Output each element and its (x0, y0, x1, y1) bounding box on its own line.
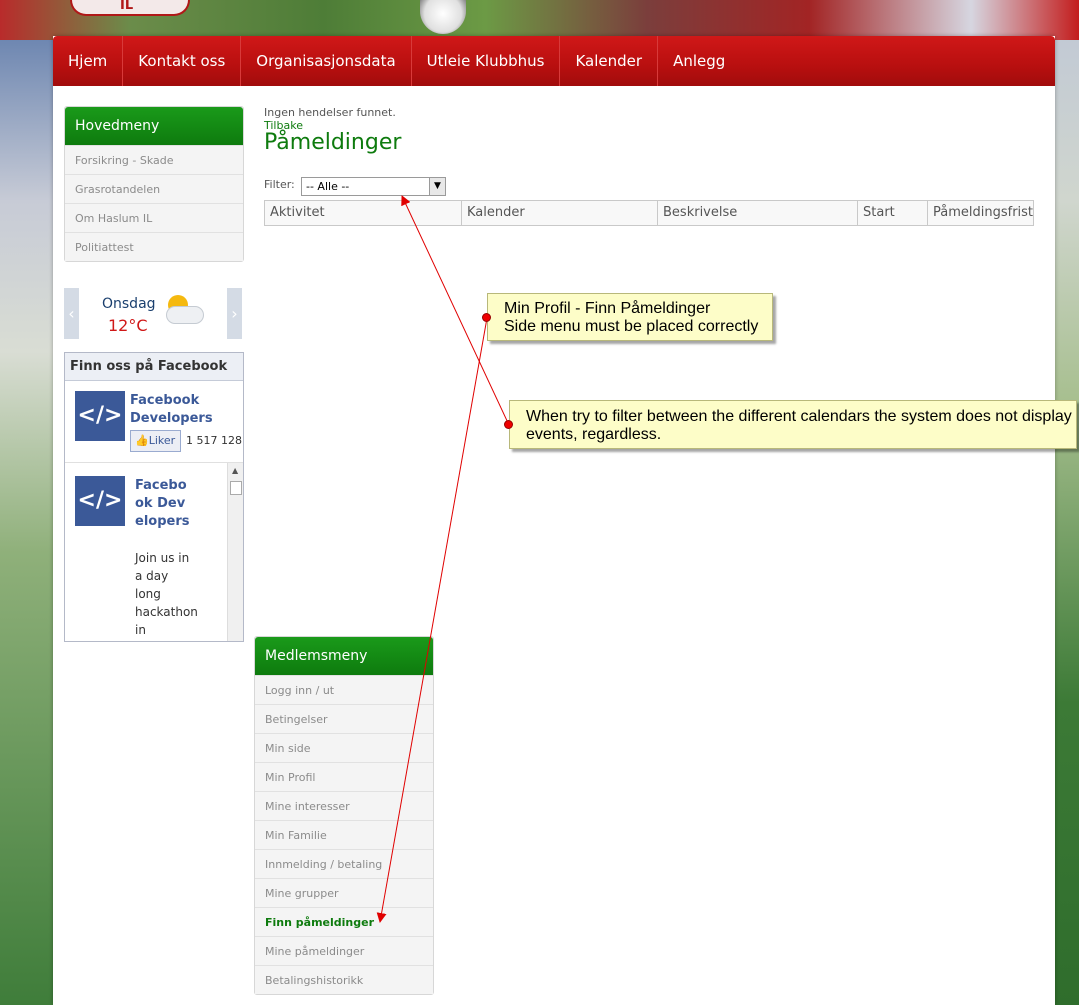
main-menu-item[interactable]: Forsikring - Skade (65, 145, 243, 174)
member-menu-item[interactable]: Mine grupper (255, 878, 433, 907)
filter-label: Filter: (264, 178, 295, 191)
member-menu-item[interactable]: Min Familie (255, 820, 433, 849)
facebook-like-button[interactable]: 👍Liker (130, 430, 181, 452)
weather-temp: 12°C (108, 316, 148, 335)
annotation-dot (482, 313, 491, 322)
weather-widget: ‹ Onsdag 12°C › (64, 288, 242, 339)
member-menu-item[interactable]: Betalingshistorikk (255, 965, 433, 994)
member-menu-item[interactable]: Betingelser (255, 704, 433, 733)
weather-next-button[interactable]: › (227, 288, 242, 339)
scroll-up-icon[interactable]: ▲ (232, 466, 238, 475)
member-menu-item[interactable]: Logg inn / ut (255, 675, 433, 704)
facebook-scrollbar[interactable]: ▲ (227, 463, 243, 641)
member-menu-item[interactable]: Mine påmeldinger (255, 936, 433, 965)
nav-calendar[interactable]: Kalender (560, 36, 659, 86)
annotation-dot (504, 420, 513, 429)
member-menu: Medlemsmeny Logg inn / ut Betingelser Mi… (254, 636, 434, 995)
column-header[interactable]: Beskrivelse (658, 201, 858, 225)
column-header[interactable]: Kalender (462, 201, 658, 225)
events-table-header: Aktivitet Kalender Beskrivelse Start Påm… (264, 200, 1034, 226)
column-header[interactable]: Start (858, 201, 928, 225)
nav-facilities[interactable]: Anlegg (658, 36, 740, 86)
member-menu-item[interactable]: Innmelding / betaling (255, 849, 433, 878)
member-menu-item-active[interactable]: Finn påmeldinger (255, 907, 433, 936)
main-content: Ingen hendelser funnet. Tilbake Påmeldin… (264, 106, 1044, 226)
no-events-message: Ingen hendelser funnet. (264, 106, 396, 119)
main-menu-item[interactable]: Politiattest (65, 232, 243, 261)
club-logo: IL (70, 0, 190, 16)
main-menu: Hovedmeny Forsikring - Skade Grasrotande… (64, 106, 244, 262)
annotation-note: Min Profil - Finn Påmeldinger Side menu … (487, 293, 773, 341)
facebook-page-name[interactable]: Facebook Developers (130, 392, 213, 428)
thumb-icon: 👍 (135, 434, 149, 447)
member-menu-item[interactable]: Min side (255, 733, 433, 762)
member-menu-item[interactable]: Min Profil (255, 762, 433, 791)
facebook-widget: Finn oss på Facebook </> Facebook Develo… (64, 352, 244, 642)
nav-home[interactable]: Hjem (53, 36, 124, 86)
facebook-header: Finn oss på Facebook (65, 353, 243, 381)
football-image (420, 0, 466, 34)
nav-organization[interactable]: Organisasjonsdata (241, 36, 412, 86)
facebook-post-icon[interactable]: </> (75, 476, 125, 526)
chevron-down-icon[interactable]: ▼ (429, 178, 445, 195)
facebook-page-icon[interactable]: </> (75, 391, 125, 441)
member-menu-item[interactable]: Mine interesser (255, 791, 433, 820)
column-header[interactable]: Aktivitet (265, 201, 462, 225)
main-menu-item[interactable]: Grasrotandelen (65, 174, 243, 203)
main-menu-title: Hovedmeny (65, 107, 243, 145)
weather-day: Onsdag (102, 296, 156, 312)
page-container: Hjem Kontakt oss Organisasjonsdata Utlei… (53, 36, 1055, 1005)
background-left (0, 0, 56, 1005)
scroll-thumb[interactable] (230, 481, 242, 495)
divider (65, 462, 243, 463)
header-banner: IL (0, 0, 1079, 40)
nav-contact[interactable]: Kontakt oss (123, 36, 242, 86)
main-menu-item[interactable]: Om Haslum IL (65, 203, 243, 232)
filter-select[interactable]: -- Alle -- ▼ (301, 177, 446, 196)
facebook-like-count: 1 517 128 (186, 434, 242, 447)
facebook-post-title[interactable]: Facebook Developers (135, 477, 190, 531)
nav-clubhouse[interactable]: Utleie Klubbhus (412, 36, 561, 86)
annotation-note: When try to filter between the different… (509, 400, 1077, 449)
page-title: Påmeldinger (264, 130, 402, 155)
facebook-post-text: Join us in a day long hackathon in (135, 551, 198, 637)
background-right (1051, 0, 1079, 1005)
cloud-icon (166, 306, 204, 324)
filter-row: Filter: -- Alle -- ▼ (264, 177, 446, 196)
member-menu-title: Medlemsmeny (255, 637, 433, 675)
column-header[interactable]: Påmeldingsfrist (928, 201, 1033, 225)
main-nav: Hjem Kontakt oss Organisasjonsdata Utlei… (53, 36, 1055, 86)
weather-prev-button[interactable]: ‹ (64, 288, 79, 339)
